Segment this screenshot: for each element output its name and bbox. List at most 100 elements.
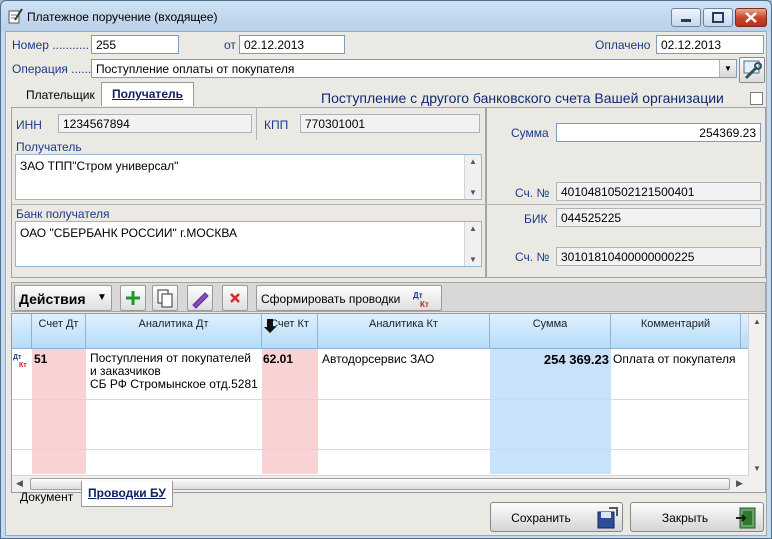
svg-text:Кт: Кт [420,300,429,309]
corr-account-field[interactable]: 30101810400000000225 [556,247,761,266]
plus-icon [126,291,140,305]
scroll-down-icon[interactable]: ▼ [753,464,761,473]
close-button[interactable]: Закрыть [630,502,764,532]
tab-document[interactable]: Документ [14,485,79,509]
divider [256,108,257,140]
save-button-label: Сохранить [511,511,571,525]
credit-analytics-cell: Автодорсервис ЗАО [322,352,435,366]
svg-text:Дт: Дт [413,291,423,300]
row-separator [12,449,749,450]
wrench-icon [743,60,762,80]
comment-cell: Оплата от покупателя [613,352,736,366]
column-header[interactable]: Аналитика Кт [318,314,490,349]
operation-select[interactable]: Поступление оплаты от покупателя ▼ [91,59,737,78]
account-field[interactable]: 40104810502121500401 [556,182,761,201]
window: Платежное поручение (входящее) Номер ...… [0,0,772,539]
sum-label: Сумма [511,126,549,140]
document-edit-icon [8,8,23,24]
scrollbar[interactable]: ▲ ▼ [464,155,481,199]
credit-account-cell: 62.01 [263,352,294,366]
save-button[interactable]: Сохранить [490,502,623,532]
close-window-button[interactable] [735,8,767,27]
corr-account-label: Сч. № [515,250,550,264]
tab-recipient[interactable]: Получатель [101,82,194,106]
svg-text:Кт: Кт [19,362,27,369]
minimize-icon [681,19,691,22]
save-icon [597,507,618,529]
scroll-up-icon[interactable]: ▲ [753,317,761,326]
operation-value: Поступление оплаты от покупателя [96,62,295,76]
inn-label: ИНН [16,118,42,132]
sort-arrow-icon [264,319,276,333]
operation-settings-button[interactable] [739,57,765,83]
vertical-scrollbar[interactable]: ▲ ▼ [748,314,765,492]
paid-date-field[interactable]: 02.12.2013 [656,35,764,54]
maximize-icon [712,12,724,23]
debit-analytics-line: СБ РФ Стромынское отд.5281 [90,377,258,391]
recipient-name-field[interactable]: ЗАО ТПП"Стром универсал" ▲ ▼ [15,154,482,200]
actions-label: Действия [19,291,86,307]
recipient-panel: ИНН 1234567894 КПП 770301001 Получатель … [11,107,487,278]
title-bar: Платежное поручение (входящее) [1,1,771,31]
bank-field[interactable]: ОАО "СБЕРБАНК РОССИИ" г.МОСКВА ▲ ▼ [15,221,482,267]
chevron-down-icon: ▼ [97,292,107,303]
divider [12,204,487,205]
edit-row-button[interactable] [187,285,213,311]
operation-label: Операция ...... [12,62,92,76]
kpp-label: КПП [264,118,289,132]
bik-label: БИК [524,212,548,226]
own-account-label: Поступление с другого банковского счета … [321,90,724,106]
column-header[interactable]: Сумма [490,314,611,349]
debit-account-cell: 51 [34,352,48,366]
actions-menu-button[interactable]: Действия ▼ [14,285,112,311]
copy-row-button[interactable] [152,285,178,311]
credit-column-bg [262,349,318,474]
account-label: Сч. № [515,186,550,200]
window-title: Платежное поручение (входящее) [27,10,218,24]
recipient-name-label: Получатель [16,140,82,154]
debit-credit-icon: Дт Кт [413,291,429,309]
form-entries-button[interactable]: Сформировать проводки Дт Кт [256,285,442,311]
bank-label: Банк получателя [16,207,110,221]
form-entries-label: Сформировать проводки [261,292,401,306]
column-header[interactable]: Счет Дт [32,314,86,349]
sum-field[interactable]: 254369.23 [556,123,761,142]
bik-field[interactable]: 044525225 [556,208,761,227]
scroll-right-icon[interactable]: ▶ [736,478,743,489]
chevron-down-icon[interactable]: ▼ [719,60,736,77]
tab-entries[interactable]: Проводки БУ [81,481,173,507]
row-indicator-header [12,314,32,349]
tab-payer[interactable]: Плательщик [16,84,105,106]
inn-field[interactable]: 1234567894 [58,114,252,133]
close-button-label: Закрыть [661,511,709,525]
pencil-icon [192,292,209,309]
kpp-field[interactable]: 770301001 [300,114,480,133]
recipient-name-value: ЗАО ТПП"Стром универсал" [20,159,179,173]
column-header[interactable]: Аналитика Дт [86,314,262,349]
exit-door-icon [736,507,756,529]
date-field[interactable]: 02.12.2013 [239,35,345,54]
debit-analytics-cell: Поступления от покупателей и заказчиков … [90,352,262,391]
debit-credit-icon: Дт Кт [13,354,27,369]
sum-cell: 254 369.23 [543,352,609,367]
document-form: Номер ........... 255 от 02.12.2013 Опла… [5,31,767,536]
number-label: Номер ........... [12,38,89,52]
copy-icon [157,289,173,308]
scrollbar[interactable]: ▲ ▼ [464,222,481,266]
amount-panel: Сумма 254369.23 Сч. № 401048105021215004… [486,107,767,278]
debit-column-bg [32,349,86,474]
date-label: от [224,38,236,52]
entries-table: Счет Дт Аналитика Дт Счет Кт Аналитика К… [11,313,766,493]
divider [487,204,767,205]
add-row-button[interactable] [120,285,146,311]
svg-text:Дт: Дт [13,354,22,361]
number-field[interactable]: 255 [91,35,179,54]
delete-row-button[interactable] [222,285,248,311]
sum-column-bg [490,349,611,474]
column-header[interactable]: Комментарий [611,314,741,349]
bank-value: ОАО "СБЕРБАНК РОССИИ" г.МОСКВА [20,226,237,240]
entries-toolbar: Действия ▼ Сформировать проводки Дт Кт [11,282,766,312]
own-account-checkbox[interactable] [750,92,763,105]
maximize-button[interactable] [703,8,733,27]
minimize-button[interactable] [671,8,701,27]
